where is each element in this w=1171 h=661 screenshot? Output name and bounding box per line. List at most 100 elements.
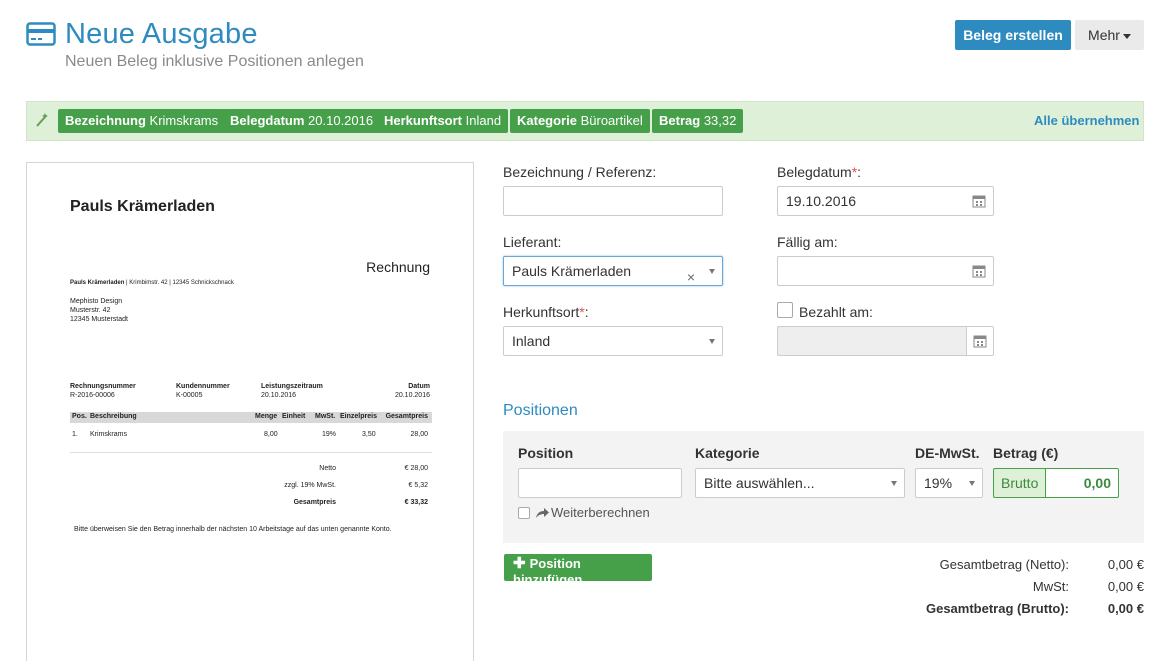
- col-vat-header: DE-MwSt.: [915, 445, 980, 461]
- more-button-label: Mehr: [1088, 27, 1120, 43]
- doc-table-header: Einheit: [282, 413, 306, 420]
- calendar-icon[interactable]: [972, 264, 986, 278]
- doc-total-label: zzgl. 19% MwSt.: [284, 482, 336, 489]
- doc-total-label: Gesamtpreis: [293, 499, 336, 506]
- calendar-icon: [973, 335, 987, 348]
- paid-label: Bezahlt am:: [799, 304, 873, 320]
- doc-row-cell: 8,00: [264, 431, 278, 438]
- due-date-label: Fällig am:: [777, 234, 838, 250]
- paid-date-input: [777, 326, 967, 356]
- doc-meta-header: Rechnungsnummer: [70, 383, 136, 390]
- doc-meta-value: 20.10.2016: [394, 392, 430, 399]
- doc-recipient-line: Musterstr. 42: [70, 307, 111, 314]
- page-subtitle: Neuen Beleg inklusive Positionen anlegen: [65, 53, 364, 70]
- col-category-header: Kategorie: [695, 445, 760, 461]
- add-position-button[interactable]: ✚ Position hinzufügen: [504, 554, 652, 587]
- reference-input[interactable]: [503, 186, 723, 216]
- suggestion-tag-reference[interactable]: Bezeichnung Krimskrams: [58, 109, 226, 133]
- position-input[interactable]: [518, 468, 682, 498]
- doc-type: Rechnung: [366, 259, 430, 275]
- col-position-header: Position: [518, 445, 574, 461]
- receipt-preview: Pauls Krämerladen Rechnung Pauls Krämerl…: [26, 162, 474, 661]
- page-title: Neue Ausgabe: [65, 18, 258, 50]
- category-placeholder: Bitte auswählen...: [704, 475, 815, 491]
- doc-table-header: MwSt.: [315, 413, 336, 420]
- tag-value: 20.10.2016: [308, 113, 374, 128]
- label-colon: :: [584, 304, 589, 320]
- doc-total-label: Netto: [319, 465, 336, 472]
- dropdown-arrow-icon: [969, 481, 975, 486]
- share-arrow-icon: [536, 508, 549, 518]
- tag-label: Belegdatum: [230, 113, 305, 128]
- vat-select[interactable]: 19%: [915, 468, 983, 498]
- doc-divider: [70, 452, 432, 453]
- brutto-toggle[interactable]: Brutto: [993, 468, 1046, 498]
- more-menu-button[interactable]: Mehr: [1075, 20, 1144, 50]
- recalc-label-text: Weiterberechnen: [551, 505, 650, 520]
- suggestion-tag-date[interactable]: Belegdatum 20.10.2016: [223, 109, 381, 133]
- dropdown-arrow-icon: [891, 481, 897, 486]
- amount-input[interactable]: 0,00: [1045, 468, 1119, 498]
- doc-row-cell: Krimskrams: [90, 431, 127, 438]
- paid-checkbox[interactable]: [777, 302, 793, 318]
- tag-label: Betrag: [659, 113, 701, 128]
- caret-down-icon: [1122, 33, 1131, 39]
- date-input[interactable]: 19.10.2016: [777, 186, 994, 216]
- doc-meta-header: Datum: [408, 383, 430, 390]
- doc-total-value: € 33,32: [404, 499, 428, 506]
- origin-value: Inland: [512, 333, 551, 349]
- suggestion-tag-category[interactable]: Kategorie Büroartikel: [510, 109, 650, 133]
- doc-recipient-line: Mephisto Design: [70, 298, 123, 305]
- doc-sender-address: | Krimbimstr. 42 | 12345 Schnickschnack: [124, 280, 234, 286]
- date-value: 19.10.2016: [786, 193, 857, 209]
- summary-vat-value: 0,00 €: [1107, 579, 1144, 594]
- positions-title: Positionen: [503, 402, 578, 419]
- dropdown-arrow-icon: [709, 339, 715, 344]
- clear-icon[interactable]: ×: [687, 263, 695, 285]
- doc-meta-header: Kundennummer: [176, 383, 230, 390]
- apply-all-link[interactable]: Alle übernehmen: [1034, 113, 1139, 128]
- doc-recipient-line: 12345 Musterstadt: [70, 316, 128, 323]
- tag-label: Bezeichnung: [65, 113, 146, 128]
- origin-select[interactable]: Inland: [503, 326, 723, 356]
- calendar-icon[interactable]: [972, 194, 986, 208]
- category-select[interactable]: Bitte auswählen...: [695, 468, 905, 498]
- supplier-value: Pauls Krämerladen: [512, 263, 632, 279]
- summary-net-value: 0,00 €: [1107, 557, 1144, 572]
- tag-label: Kategorie: [517, 113, 577, 128]
- doc-row-cell: 28,00: [410, 431, 428, 438]
- origin-label-text: Herkunftsort: [503, 304, 580, 320]
- doc-footer-note: Bitte überweisen Sie den Betrag innerhal…: [74, 526, 392, 533]
- doc-total-value: € 28,00: [404, 465, 428, 472]
- tag-value: 33,32: [703, 113, 737, 128]
- suggestion-tag-amount[interactable]: Betrag 33,32: [652, 109, 744, 133]
- summary-gross-label: Gesamtbetrag (Brutto):: [925, 601, 1069, 616]
- due-date-input[interactable]: [777, 256, 994, 286]
- tag-value: Inland: [465, 113, 502, 128]
- supplier-label: Lieferant:: [503, 234, 562, 250]
- doc-total-value: € 5,32: [408, 482, 428, 489]
- doc-sender-name: Pauls Krämerladen: [70, 280, 125, 286]
- summary-gross-value: 0,00 €: [1107, 601, 1144, 616]
- date-label: Belegdatum*:: [777, 164, 861, 180]
- doc-row-cell: 3,50: [362, 431, 376, 438]
- recalc-checkbox[interactable]: [518, 507, 530, 519]
- doc-table-header: Beschreibung: [90, 413, 137, 420]
- vat-value: 19%: [924, 475, 953, 491]
- create-receipt-button[interactable]: Beleg erstellen: [955, 20, 1071, 50]
- plus-icon: ✚: [513, 555, 526, 572]
- doc-meta-value: K-00005: [176, 392, 203, 399]
- tag-value: Krimskrams: [149, 113, 219, 128]
- suggestion-tag-origin[interactable]: Herkunftsort Inland: [377, 109, 509, 133]
- date-label-text: Belegdatum: [777, 164, 852, 180]
- tag-label: Herkunftsort: [384, 113, 463, 128]
- paid-date-addon: [966, 326, 994, 356]
- magic-wand-icon: [36, 113, 48, 127]
- label-colon: :: [857, 164, 862, 180]
- supplier-select[interactable]: Pauls Krämerladen ×: [503, 256, 723, 286]
- doc-table-header: Einzelpreis: [340, 413, 377, 420]
- doc-meta-header: Leistungszeitraum: [261, 383, 323, 390]
- doc-row-cell: 1.: [72, 431, 78, 438]
- doc-table-header: Menge: [255, 413, 278, 420]
- dropdown-arrow-icon: [709, 269, 715, 274]
